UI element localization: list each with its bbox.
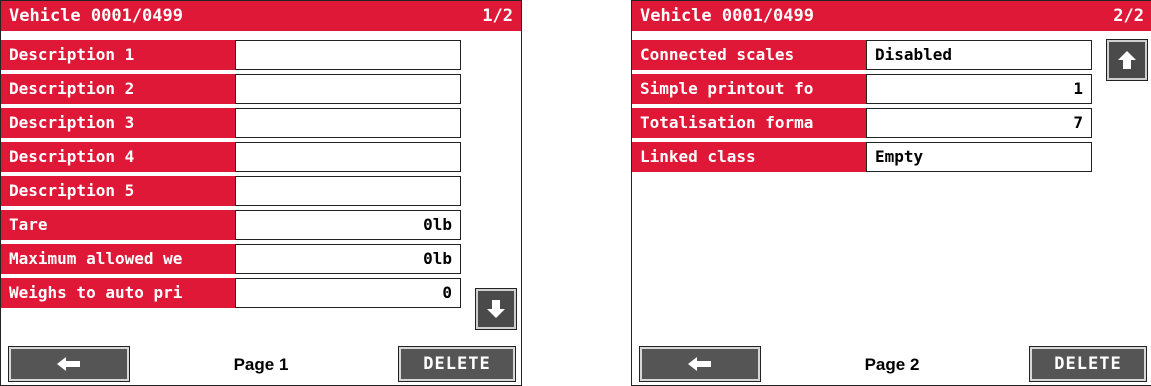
field-row-description-3[interactable]: Description 3 (1, 108, 461, 138)
field-label: Description 2 (1, 74, 235, 104)
field-label: Connected scales (632, 40, 866, 70)
field-row-description-5[interactable]: Description 5 (1, 176, 461, 206)
arrow-down-icon (487, 300, 505, 318)
title-bar: Vehicle 0001/0499 1/2 (1, 1, 521, 31)
field-value[interactable] (235, 74, 461, 104)
field-row-maximum-allowed-weight[interactable]: Maximum allowed we 0lb (1, 244, 461, 274)
field-row-description-4[interactable]: Description 4 (1, 142, 461, 172)
vehicle-screen-page-2: Vehicle 0001/0499 2/2 Connected scales D… (631, 0, 1151, 386)
page-indicator: 1/2 (482, 6, 513, 26)
field-value[interactable]: Empty (866, 142, 1092, 172)
field-row-linked-class[interactable]: Linked class Empty (632, 142, 1092, 172)
back-button[interactable] (639, 346, 761, 382)
field-value[interactable]: 0 (235, 278, 461, 308)
field-label: Description 1 (1, 40, 235, 70)
field-value[interactable]: Disabled (866, 40, 1092, 70)
arrow-up-icon (1118, 51, 1136, 69)
field-value[interactable]: 1 (866, 74, 1092, 104)
field-label: Maximum allowed we (1, 244, 235, 274)
screen-title: Vehicle 0001/0499 (640, 6, 814, 26)
field-label: Simple printout fo (632, 74, 866, 104)
delete-button[interactable]: DELETE (1029, 346, 1147, 382)
field-label: Description 4 (1, 142, 235, 172)
field-row-weighs-to-auto-print[interactable]: Weighs to auto pri 0 (1, 278, 461, 308)
field-value[interactable]: 7 (866, 108, 1092, 138)
field-label: Totalisation forma (632, 108, 866, 138)
field-value[interactable] (235, 40, 461, 70)
arrow-left-icon (688, 357, 711, 371)
field-label: Linked class (632, 142, 866, 172)
field-value[interactable] (235, 176, 461, 206)
back-button[interactable] (8, 346, 130, 382)
field-value[interactable]: 0lb (235, 210, 461, 240)
field-row-tare[interactable]: Tare 0lb (1, 210, 461, 240)
field-label: Tare (1, 210, 235, 240)
field-value[interactable] (235, 142, 461, 172)
page-indicator: 2/2 (1113, 6, 1144, 26)
field-label: Description 5 (1, 176, 235, 206)
scroll-up-button[interactable] (1106, 39, 1148, 81)
arrow-left-icon (57, 357, 80, 371)
field-row-totalisation-format[interactable]: Totalisation forma 7 (632, 108, 1092, 138)
field-row-description-2[interactable]: Description 2 (1, 74, 461, 104)
field-row-simple-printout-format[interactable]: Simple printout fo 1 (632, 74, 1092, 104)
scroll-down-button[interactable] (475, 288, 517, 330)
vehicle-screen-page-1: Vehicle 0001/0499 1/2 Description 1 Desc… (0, 0, 522, 386)
title-bar: Vehicle 0001/0499 2/2 (632, 1, 1151, 31)
field-label: Weighs to auto pri (1, 278, 235, 308)
field-value[interactable]: 0lb (235, 244, 461, 274)
screen-title: Vehicle 0001/0499 (9, 6, 183, 26)
field-value[interactable] (235, 108, 461, 138)
field-row-connected-scales[interactable]: Connected scales Disabled (632, 40, 1092, 70)
field-row-description-1[interactable]: Description 1 (1, 40, 461, 70)
field-label: Description 3 (1, 108, 235, 138)
delete-button[interactable]: DELETE (398, 346, 516, 382)
